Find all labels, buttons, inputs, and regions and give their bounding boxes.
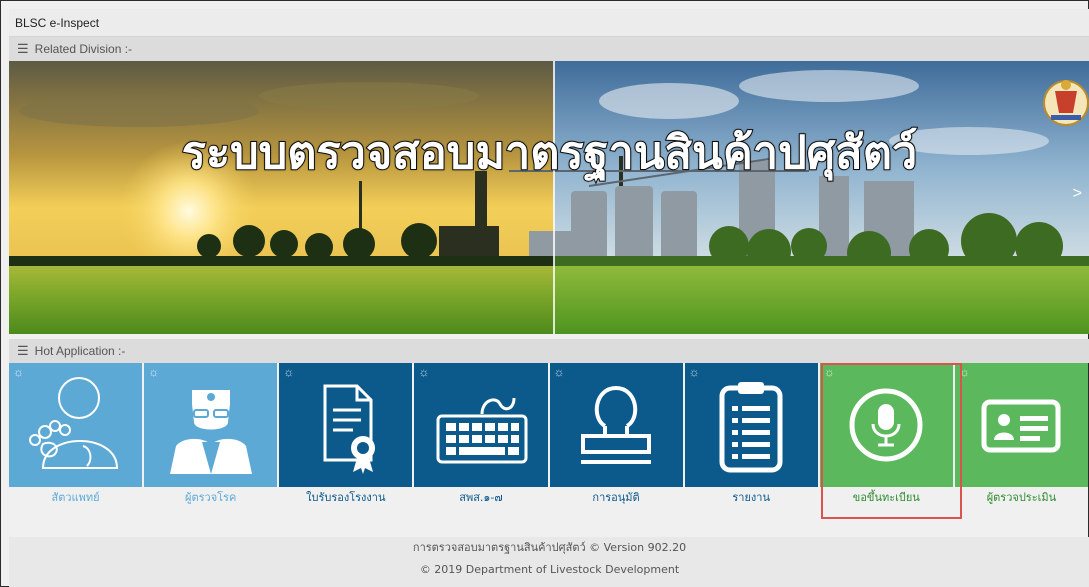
stamp-icon xyxy=(581,385,652,464)
hot-application-bar[interactable]: ☰ Hot Application :- xyxy=(9,339,1089,363)
veterinarian-icon xyxy=(28,377,118,469)
tile-veterinarian[interactable]: ☼ xyxy=(9,363,143,487)
gear-icon: ☼ xyxy=(148,365,160,379)
gear-icon: ☼ xyxy=(13,365,24,379)
gear-icon: ☼ xyxy=(688,365,700,379)
gear-icon: ☼ xyxy=(283,365,295,379)
tile-sps-1-7[interactable]: ☼ xyxy=(414,363,548,487)
id-card-icon xyxy=(981,399,1061,453)
keyboard-icon xyxy=(436,397,528,464)
tile-label-disease-inspector[interactable]: ผู้ตรวจโรค xyxy=(144,487,277,517)
tile-assessor[interactable]: ☼ xyxy=(954,363,1088,487)
footer-version: การตรวจสอบมาตรฐานสินค้าปศุสัตว์ © Versio… xyxy=(412,541,687,554)
tile-label-assessor[interactable]: ผู้ตรวจประเมิน xyxy=(955,487,1088,517)
tile-label-veterinarian[interactable]: สัตวแพทย์ xyxy=(9,487,142,517)
related-division-label: Related Division :- xyxy=(34,42,133,56)
menu-icon: ☰ xyxy=(17,343,29,358)
tile-label-report[interactable]: รายงาน xyxy=(685,487,818,517)
tile-label-approval[interactable]: การอนุมัติ xyxy=(550,487,683,517)
hero-banner: ระบบตรวจสอบมาตรฐานสินค้าปศุสัตว์ > xyxy=(9,61,1089,334)
tile-label-factory-certificate[interactable]: ใบรับรองโรงงาน xyxy=(279,487,412,517)
banner-title: ระบบตรวจสอบมาตรฐานสินค้าปศุสัตว์ xyxy=(181,125,918,180)
footer: การตรวจสอบมาตรฐานสินค้าปศุสัตว์ © Versio… xyxy=(9,537,1089,587)
hot-application-label: Hot Application :- xyxy=(34,344,126,358)
tile-factory-certificate[interactable]: ☼ xyxy=(279,363,413,487)
tile-label-sps-1-7[interactable]: สพส.๑-๗ xyxy=(414,487,547,517)
menu-icon: ☰ xyxy=(17,41,29,56)
banner-next-arrow[interactable]: > xyxy=(1073,185,1082,203)
tile-approval[interactable]: ☼ xyxy=(549,363,683,487)
selected-tile-highlight xyxy=(821,363,962,519)
disease-inspector-icon xyxy=(169,390,252,474)
app-window: BLSC e-Inspect ☰ Related Division :- ระบ… xyxy=(0,0,1089,587)
tile-disease-inspector[interactable]: ☼ xyxy=(144,363,278,487)
gear-icon: ☼ xyxy=(418,365,430,379)
report-clipboard-icon xyxy=(719,382,783,473)
factory-certificate-icon xyxy=(323,384,375,474)
window-title: BLSC e-Inspect xyxy=(9,9,1089,37)
related-division-bar[interactable]: ☰ Related Division :- xyxy=(9,37,1089,61)
banner-landscape-image xyxy=(9,61,1089,334)
tile-report[interactable]: ☼ xyxy=(684,363,818,487)
gear-icon: ☼ xyxy=(553,365,565,379)
footer-copyright: © 2019 Department of Livestock Developme… xyxy=(419,563,680,576)
